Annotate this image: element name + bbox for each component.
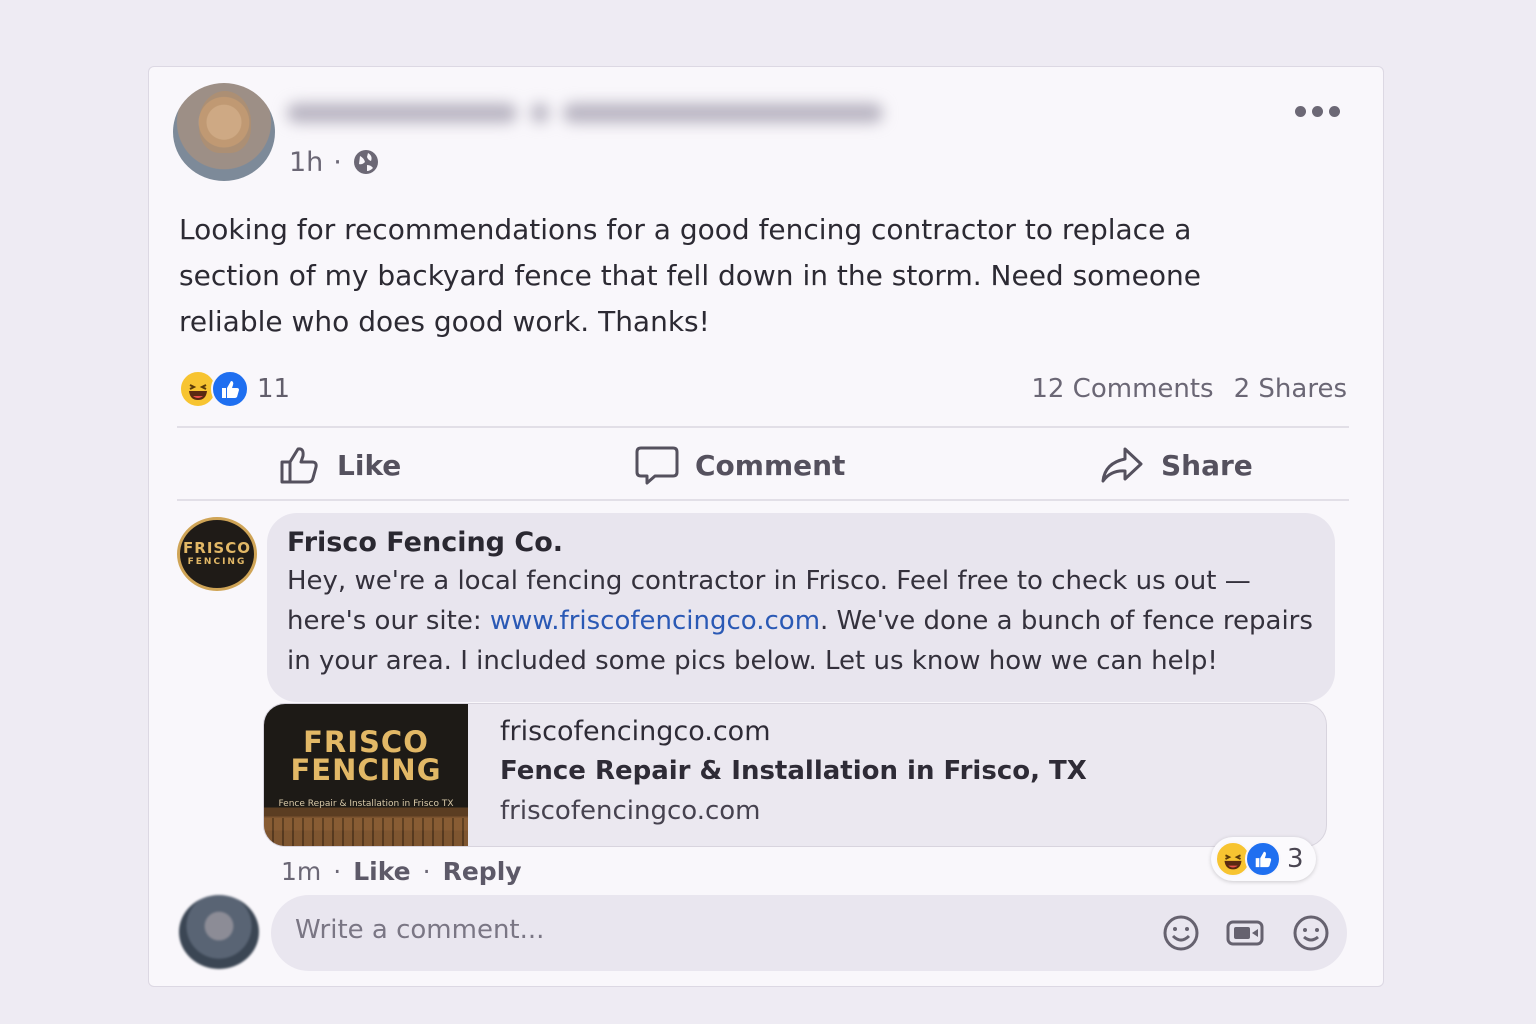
link-preview-title: Fence Repair & Installation in Frisco, T… xyxy=(500,756,1087,786)
like-label: Like xyxy=(337,448,402,482)
poster-name-redacted xyxy=(287,95,887,131)
like-button[interactable]: Like xyxy=(279,441,401,489)
meta-separator: · xyxy=(333,146,342,178)
comment-button[interactable]: Comment xyxy=(635,441,845,489)
divider xyxy=(177,426,1349,428)
post-meta: 1h · xyxy=(289,145,380,179)
thumb-logo-line2: FENCING xyxy=(290,753,442,787)
thumbs-up-icon xyxy=(280,447,318,484)
comment-input[interactable]: Write a comment... xyxy=(271,895,1347,971)
comment-placeholder: Write a comment... xyxy=(295,915,545,945)
post-time[interactable]: 1h xyxy=(289,147,323,178)
comment-meta: 1m · Like · Reply xyxy=(281,853,522,889)
comment-bubble: Frisco Fencing Co. Hey, we're a local fe… xyxy=(267,513,1335,702)
post-stats: 12 Comments 2 Shares xyxy=(1031,371,1347,407)
speech-bubble-icon xyxy=(635,446,679,485)
post-text: Looking for recommendations for a good f… xyxy=(179,213,1201,338)
meta-separator: · xyxy=(422,856,431,886)
share-arrow-icon xyxy=(1101,447,1143,483)
link-preview-card[interactable]: FRISCO FENCING Fence Repair & Installatio… xyxy=(263,703,1327,847)
link-preview-domain: friscofencingco.com xyxy=(500,716,771,747)
poster-avatar[interactable] xyxy=(173,83,275,181)
link-preview-url: friscofencingco.com xyxy=(500,796,761,826)
thumb-caption: Fence Repair & Installation in Frisco TX xyxy=(278,799,454,809)
comment-reaction-count: 3 xyxy=(1287,844,1304,874)
sticker-icon[interactable] xyxy=(1291,913,1331,953)
comment-reply-link[interactable]: Reply xyxy=(443,857,522,886)
comment-link[interactable]: www.friscofencingco.com xyxy=(490,606,820,636)
gif-icon[interactable] xyxy=(1225,913,1265,953)
current-user-avatar[interactable] xyxy=(179,895,259,969)
comment-text: Hey, we're a local fencing contractor in… xyxy=(287,561,1327,681)
comment-label: Comment xyxy=(695,448,846,482)
link-preview-thumbnail: FRISCO FENCING Fence Repair & Installatio… xyxy=(264,704,468,846)
avatar-logo-line2: FENCING xyxy=(187,557,247,567)
like-reaction-icon xyxy=(1245,841,1281,877)
comment-time[interactable]: 1m xyxy=(281,857,321,886)
commenter-name[interactable]: Frisco Fencing Co. xyxy=(287,527,563,558)
emoji-icon[interactable] xyxy=(1161,913,1201,953)
comments-count[interactable]: 12 Comments xyxy=(1031,374,1213,404)
like-reaction-icon xyxy=(211,370,249,408)
comment-reactions[interactable]: 3 xyxy=(1211,837,1316,881)
post-card: 1h · Looking for recommendations for a g… xyxy=(148,66,1384,987)
share-label: Share xyxy=(1161,448,1253,482)
more-options-icon[interactable] xyxy=(1295,101,1343,121)
globe-icon xyxy=(353,150,378,174)
fence-image xyxy=(264,818,468,846)
shares-count[interactable]: 2 Shares xyxy=(1234,374,1347,404)
avatar-logo-line1: FRISCO xyxy=(183,539,251,557)
meta-separator: · xyxy=(333,856,342,886)
reaction-count: 11 xyxy=(257,374,291,404)
commenter-avatar[interactable]: FRISCO FENCING xyxy=(177,517,257,591)
post-reactions[interactable]: 11 xyxy=(179,369,290,409)
divider xyxy=(177,499,1349,501)
comment-like-link[interactable]: Like xyxy=(353,857,410,886)
share-button[interactable]: Share xyxy=(1099,441,1253,489)
